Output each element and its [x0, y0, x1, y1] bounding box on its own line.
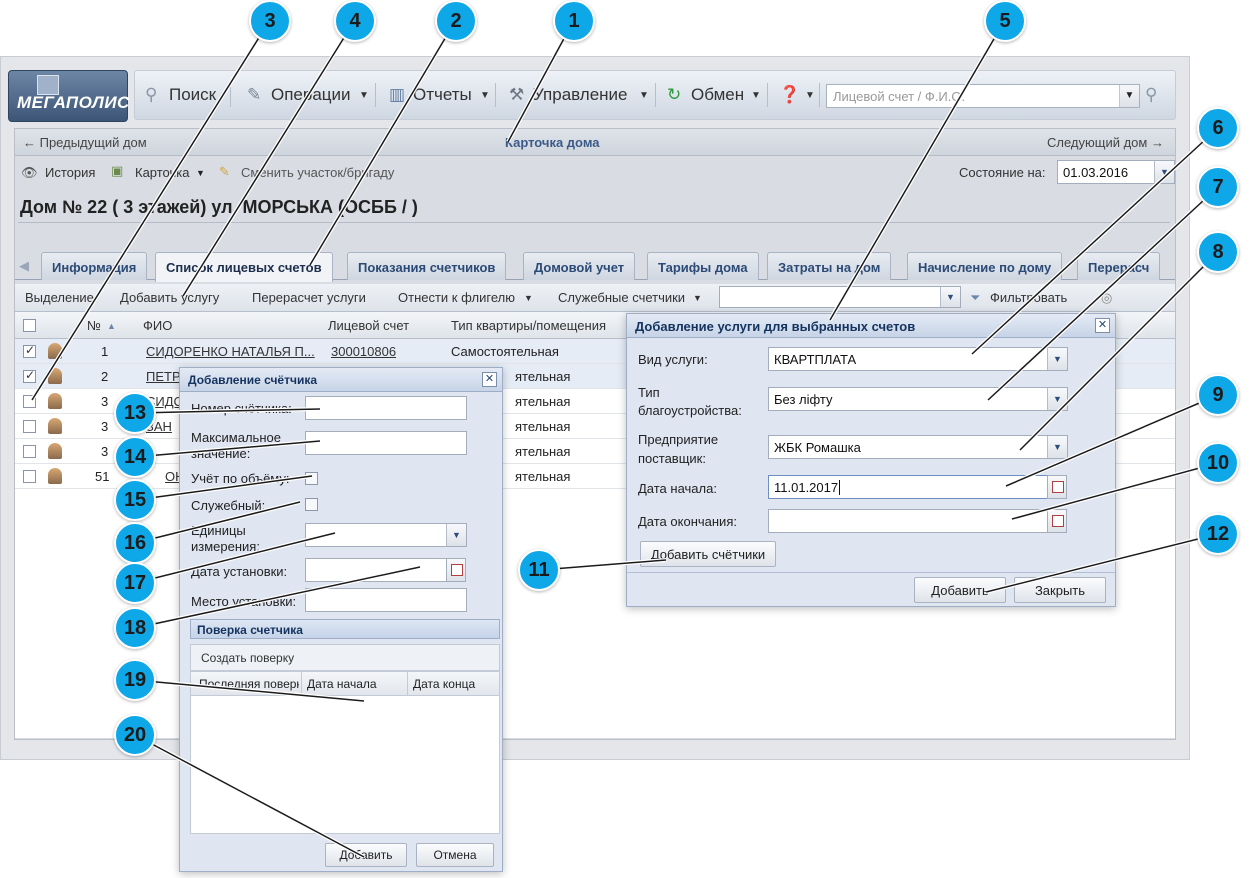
callout-lines [30, 18, 1220, 859]
callout-13: 13 [114, 392, 156, 434]
callout-3: 3 [249, 0, 291, 42]
callout-16: 16 [114, 522, 156, 564]
callout-8: 8 [1197, 231, 1239, 273]
callout-20: 20 [114, 714, 156, 756]
callout-4: 4 [334, 0, 376, 42]
callout-10: 10 [1197, 442, 1239, 484]
callout-15: 15 [114, 479, 156, 521]
callout-2: 2 [435, 0, 477, 42]
callout-12: 12 [1197, 513, 1239, 555]
callout-6: 6 [1197, 107, 1239, 149]
callout-19: 19 [114, 659, 156, 701]
callout-14: 14 [114, 436, 156, 478]
callout-11: 11 [518, 549, 560, 591]
callout-17: 17 [114, 562, 156, 604]
callout-5: 5 [984, 0, 1026, 42]
callout-18: 18 [114, 607, 156, 649]
callout-1: 1 [553, 0, 595, 42]
callout-7: 7 [1197, 166, 1239, 208]
callout-9: 9 [1197, 374, 1239, 416]
